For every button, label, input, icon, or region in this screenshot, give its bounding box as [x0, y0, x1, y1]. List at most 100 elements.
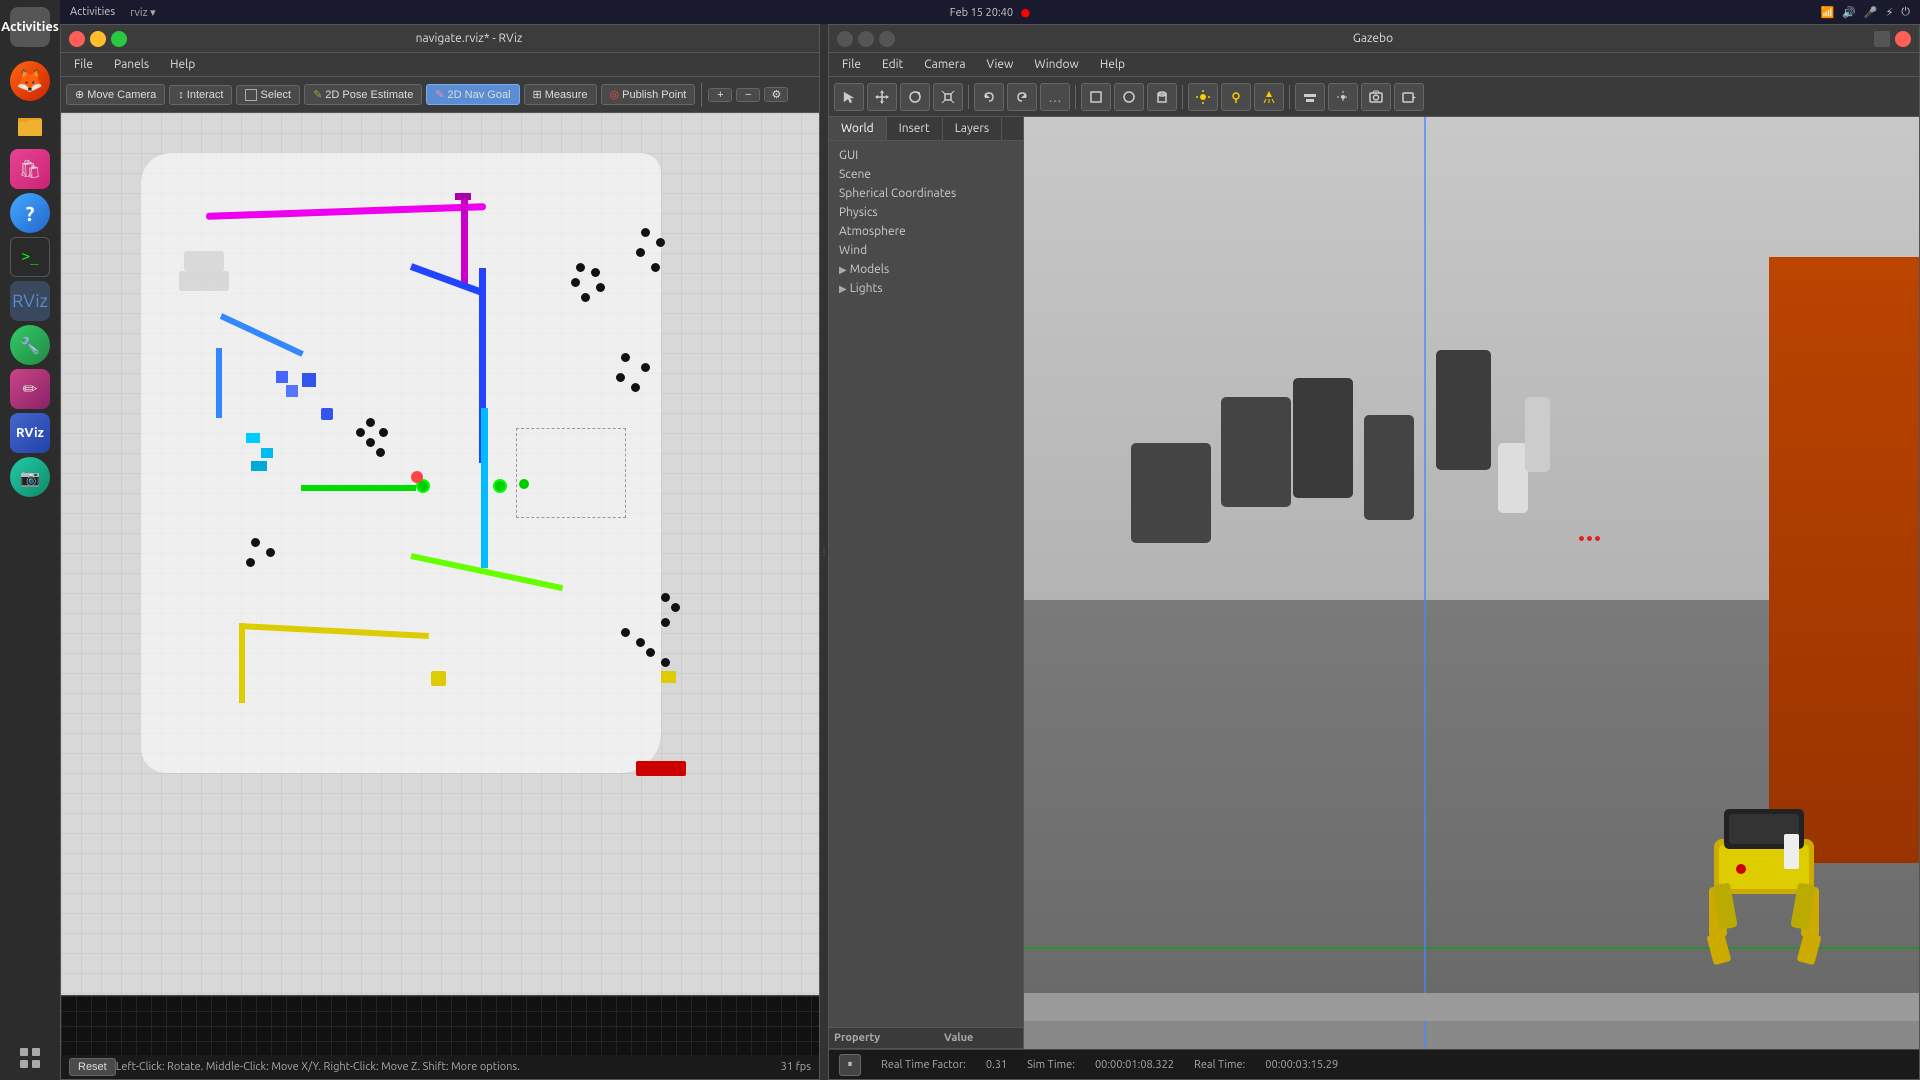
gz-snap-btn[interactable] [1328, 83, 1358, 111]
top-bar-datetime: Feb 15 20:40 ● [950, 6, 1030, 19]
gz-sep4 [1289, 85, 1290, 109]
gz-blue-line [1424, 117, 1426, 1049]
nav-arrow-head [455, 193, 471, 200]
taskbar-apps[interactable] [10, 1038, 50, 1078]
gz-pause-btn[interactable]: ⏸ [839, 1054, 861, 1076]
measure-btn[interactable]: ⊞ Measure [524, 84, 597, 105]
interact-btn[interactable]: ↕ Interact [169, 85, 232, 105]
gz-close-btn[interactable] [1895, 31, 1911, 47]
taskbar-dev-tool[interactable]: 🔧 [10, 325, 50, 365]
reset-btn[interactable]: Reset [69, 1058, 116, 1076]
real-time-label: Real Time: [1194, 1059, 1245, 1071]
zoom-out-btn[interactable]: − [736, 88, 760, 102]
rviz-menu-file[interactable]: File [66, 56, 101, 73]
gz-sphere-btn[interactable] [1114, 83, 1144, 111]
rviz-min-btn[interactable] [90, 31, 106, 47]
taskbar-terminal[interactable]: >_ [10, 237, 50, 277]
tree-scene[interactable]: Scene [834, 165, 1018, 184]
tree-models[interactable]: ▶ Models [834, 260, 1018, 279]
rviz-close-btn[interactable] [69, 31, 85, 47]
zoom-in-btn[interactable]: + [708, 88, 732, 102]
tree-atmosphere[interactable]: Atmosphere [834, 222, 1018, 241]
nav-goal-btn[interactable]: ✎ 2D Nav Goal [426, 84, 519, 105]
taskbar-firefox[interactable]: 🦊 [10, 61, 50, 101]
world-tab-insert[interactable]: Insert [887, 117, 943, 140]
path-green1 [301, 485, 416, 491]
gz-point-light-btn[interactable] [1221, 83, 1251, 111]
gz-restore-btn[interactable] [1874, 31, 1890, 47]
rviz-statusbar: Reset Left-Click: Rotate. Middle-Click: … [61, 1055, 819, 1079]
taskbar-rviz-logo[interactable]: RViz [10, 413, 50, 453]
gz-translate-tool[interactable] [867, 83, 897, 111]
power-icon[interactable]: ⏻ [1901, 6, 1910, 19]
gz-rotate-tool[interactable] [900, 83, 930, 111]
rviz-window: navigate.rviz* - RViz File Panels Help ⊕… [60, 24, 820, 1080]
gz-menu-view[interactable]: View [979, 56, 1022, 73]
move-camera-icon: ⊕ [75, 88, 84, 101]
gazebo-toolbar: … [829, 77, 1919, 117]
gz-redo-btn[interactable] [1007, 83, 1037, 111]
prop-col-value: Value [944, 1032, 973, 1044]
battery-icon: ⚡ [1886, 6, 1894, 19]
gz-box-btn[interactable] [1081, 83, 1111, 111]
tree-lights[interactable]: ▶ Lights [834, 279, 1018, 298]
gz-cylinder-btn[interactable] [1147, 83, 1177, 111]
gz-menu-file[interactable]: File [834, 56, 869, 73]
gz-sun-light-btn[interactable] [1188, 83, 1218, 111]
window-splitter[interactable]: ⋮ [820, 24, 828, 1080]
taskbar-store[interactable]: 🛍 [10, 149, 50, 189]
rviz-app-label[interactable]: rviz ▾ [130, 6, 156, 19]
gz-align-btn[interactable] [1295, 83, 1325, 111]
gz-3d-viewport[interactable] [1024, 117, 1919, 1049]
pose-estimate-btn[interactable]: ✎ 2D Pose Estimate [304, 84, 422, 105]
gz-menu-camera[interactable]: Camera [916, 56, 973, 73]
world-tab-world[interactable]: World [829, 117, 887, 140]
toolbar-separator [701, 83, 702, 107]
taskbar-camera[interactable]: 📷 [10, 457, 50, 497]
gazebo-min-btn[interactable] [858, 31, 874, 47]
dashed-region [516, 428, 626, 518]
rviz-menu-panels[interactable]: Panels [106, 56, 157, 73]
rviz-max-btn[interactable] [111, 31, 127, 47]
gz-cylinder5 [1436, 350, 1491, 470]
taskbar-files[interactable] [10, 105, 50, 145]
activities-label[interactable]: Activities [70, 6, 115, 19]
gz-menu-window[interactable]: Window [1026, 56, 1086, 73]
gazebo-max-btn[interactable] [879, 31, 895, 47]
real-time-factor-value: 0.31 [986, 1059, 1007, 1071]
gz-white-robot2 [1525, 397, 1550, 472]
taskbar-activities[interactable]: Activities [10, 7, 50, 47]
tree-wind[interactable]: Wind [834, 241, 1018, 260]
taskbar-help[interactable]: ? [10, 193, 50, 233]
toolbar-settings-btn[interactable]: ⚙ [764, 87, 788, 102]
tree-spherical[interactable]: Spherical Coordinates [834, 184, 1018, 203]
gz-menu-help[interactable]: Help [1092, 56, 1133, 73]
publish-point-btn[interactable]: ◎ Publish Point [601, 84, 696, 105]
gz-menu-edit[interactable]: Edit [874, 56, 911, 73]
gazebo-close-btn[interactable] [837, 31, 853, 47]
gz-undo-btn[interactable] [974, 83, 1004, 111]
gz-scale-tool[interactable] [933, 83, 963, 111]
select-btn[interactable]: Select [236, 85, 300, 105]
world-tab-layers[interactable]: Layers [943, 117, 1002, 140]
models-arrow-icon: ▶ [839, 264, 847, 276]
gz-extra-btn[interactable]: … [1040, 83, 1070, 111]
tree-physics[interactable]: Physics [834, 203, 1018, 222]
taskbar-pen[interactable]: ✏ [10, 369, 50, 409]
blue-sq2 [286, 385, 298, 397]
cyan-m2 [261, 448, 273, 458]
top-bar-right: 📶 🔊 🎤 ⚡ ⏻ [1820, 6, 1910, 19]
tree-gui[interactable]: GUI [834, 146, 1018, 165]
gz-spot-light-btn[interactable] [1254, 83, 1284, 111]
gz-statusbar: ⏸ Real Time Factor: 0.31 Sim Time: 00:00… [829, 1049, 1919, 1079]
gz-select-tool[interactable] [834, 83, 864, 111]
rviz-menu-help[interactable]: Help [162, 56, 203, 73]
move-camera-btn[interactable]: ⊕ Move Camera [66, 84, 165, 105]
gz-record-btn[interactable] [1394, 83, 1424, 111]
taskbar-rviz[interactable]: RViz [10, 281, 50, 321]
rviz-viewport[interactable] [61, 113, 819, 995]
gz-screenshot-btn[interactable] [1361, 83, 1391, 111]
gazebo-menubar: File Edit Camera View Window Help [829, 53, 1919, 77]
world-properties: Property Value [829, 1027, 1023, 1049]
select-checkbox-icon [245, 89, 257, 101]
